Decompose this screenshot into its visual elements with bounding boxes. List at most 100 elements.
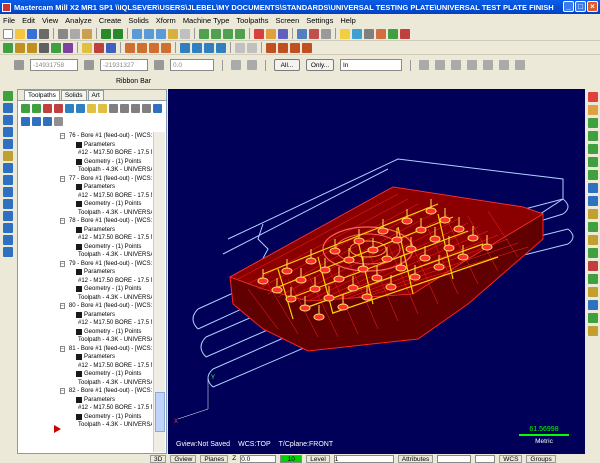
right-tool-16-icon[interactable] <box>588 287 598 297</box>
select-all-button[interactable]: All... <box>274 59 300 71</box>
menu-edit[interactable]: Edit <box>22 16 35 25</box>
right-tool-19-icon[interactable] <box>588 326 598 336</box>
operation-child-row[interactable]: Parameters <box>20 396 152 405</box>
highfeed-icon[interactable] <box>98 104 107 113</box>
undo-icon[interactable] <box>101 28 111 39</box>
planes-button[interactable]: Planes <box>200 454 229 463</box>
zoom-in-icon[interactable] <box>144 28 154 39</box>
groups-button[interactable]: Groups <box>526 454 556 463</box>
menu-view[interactable]: View <box>42 16 58 25</box>
solid-revolve-icon[interactable] <box>278 42 288 53</box>
polygon-select-icon[interactable] <box>467 60 477 70</box>
collapse-icon[interactable]: − <box>60 260 65 267</box>
trim-icon[interactable] <box>94 42 104 53</box>
facing-icon[interactable] <box>216 42 226 53</box>
rectangle-icon[interactable] <box>51 42 61 53</box>
operation-child-row[interactable]: Toolpath - 4.3K - UNIVERSA <box>20 421 152 430</box>
menu-solids[interactable]: Solids <box>128 16 148 25</box>
repaint-icon[interactable] <box>180 28 190 39</box>
snap-icon[interactable] <box>231 60 241 70</box>
right-tool-5-icon[interactable] <box>588 144 598 154</box>
single-visible-icon[interactable] <box>54 117 63 126</box>
menu-xform[interactable]: Xform <box>156 16 176 25</box>
operation-child-row[interactable]: Geometry - (1) Points <box>20 158 152 167</box>
menu-create[interactable]: Create <box>99 16 122 25</box>
right-tool-15-icon[interactable] <box>588 274 598 284</box>
operation-child-row[interactable]: Geometry - (1) Points <box>20 413 152 422</box>
right-tool-14-icon[interactable] <box>588 261 598 271</box>
translate-icon[interactable] <box>125 42 135 53</box>
verify-ops-icon[interactable] <box>76 104 85 113</box>
left-tool-11-icon[interactable] <box>3 211 13 221</box>
tab-art[interactable]: Art <box>87 90 104 100</box>
operation-child-row[interactable]: Toolpath - 4.3K - UNIVERSA <box>20 209 152 218</box>
line-style-select[interactable] <box>437 454 472 463</box>
operation-child-row[interactable]: #12 - M17.50 BORE - 17.5 M <box>20 234 152 243</box>
close-button[interactable]: × <box>587 1 598 12</box>
color-field[interactable]: 10 <box>280 454 303 463</box>
gview-side-icon[interactable] <box>223 28 233 39</box>
chain-icon[interactable] <box>435 60 445 70</box>
right-tool-4-icon[interactable] <box>588 131 598 141</box>
zoom-window-icon[interactable] <box>132 28 142 39</box>
operation-row[interactable]: −77 - Bore #1 (feed-out) - [WCS: <box>20 175 152 184</box>
gview-button[interactable]: Gview <box>170 454 197 463</box>
select-dirty-ops-icon[interactable] <box>32 104 41 113</box>
operation-child-row[interactable]: #12 - M17.50 BORE - 17.5 M <box>20 404 152 413</box>
menu-machine-type[interactable]: Machine Type <box>183 16 230 25</box>
line-width-select[interactable] <box>475 454 496 463</box>
left-tool-12-icon[interactable] <box>3 223 13 233</box>
operation-row[interactable]: −82 - Bore #1 (feed-out) - [WCS: <box>20 387 152 396</box>
right-tool-8-icon[interactable] <box>588 183 598 193</box>
right-tool-1-icon[interactable] <box>588 92 598 102</box>
maximize-button[interactable]: □ <box>575 1 586 12</box>
delete-icon[interactable] <box>309 28 319 39</box>
level-icon[interactable] <box>352 28 362 39</box>
collapse-icon[interactable]: − <box>60 345 65 352</box>
left-tool-7-icon[interactable] <box>3 163 13 173</box>
new-file-icon[interactable] <box>3 28 13 39</box>
z-lock-icon[interactable] <box>154 60 164 70</box>
operation-child-row[interactable]: Toolpath - 4.3K - UNIVERSA <box>20 379 152 388</box>
x-coordinate-field[interactable]: -14931758 <box>30 59 78 71</box>
backplot-ops-icon[interactable] <box>65 104 74 113</box>
graphics-viewport[interactable]: X Y Gview:Not Saved WCS:TOP T/Cplane:FRO… <box>168 89 585 454</box>
mode-3d-toggle[interactable]: 3D <box>150 454 167 463</box>
operation-row[interactable]: −79 - Bore #1 (feed-out) - [WCS: <box>20 260 152 269</box>
menu-screen[interactable]: Screen <box>275 16 299 25</box>
line-icon[interactable] <box>15 42 25 53</box>
menu-analyze[interactable]: Analyze <box>65 16 92 25</box>
zoom-out-icon[interactable] <box>156 28 166 39</box>
select-only-button[interactable]: Only... <box>306 59 334 71</box>
operation-child-row[interactable]: Parameters <box>20 141 152 150</box>
operation-child-row[interactable]: Toolpath - 4.3K - UNIVERSA <box>20 294 152 303</box>
move-up-icon[interactable] <box>21 117 30 126</box>
menu-toolpaths[interactable]: Toolpaths <box>236 16 268 25</box>
autocursor-icon[interactable] <box>14 60 24 70</box>
spline-icon[interactable] <box>63 42 73 53</box>
tab-toolpaths[interactable]: Toolpaths <box>24 90 60 100</box>
left-tool-14-icon[interactable] <box>3 247 13 257</box>
post-ops-icon[interactable] <box>87 104 96 113</box>
operation-row[interactable]: −78 - Bore #1 (feed-out) - [WCS: <box>20 217 152 226</box>
wcs-button[interactable]: WCS <box>499 454 523 463</box>
analyze-icon[interactable] <box>297 28 307 39</box>
vector-select-icon[interactable] <box>499 60 509 70</box>
left-tool-10-icon[interactable] <box>3 199 13 209</box>
left-tool-2-icon[interactable] <box>3 103 13 113</box>
hidden-line-icon[interactable] <box>278 28 288 39</box>
operation-child-row[interactable]: Toolpath - 4.3K - UNIVERSA <box>20 251 152 260</box>
pencil-icon[interactable] <box>340 28 350 39</box>
drill-icon[interactable] <box>192 42 202 53</box>
snap-settings-icon[interactable] <box>247 60 257 70</box>
operation-child-row[interactable]: Geometry - (1) Points <box>20 285 152 294</box>
right-tool-3-icon[interactable] <box>588 118 598 128</box>
collapse-icon[interactable]: − <box>60 303 65 310</box>
minimize-button[interactable]: _ <box>563 1 574 12</box>
regenerate-dirty-icon[interactable] <box>54 104 63 113</box>
operation-child-row[interactable]: Toolpath - 4.3K - UNIVERSA <box>20 166 152 175</box>
operation-child-row[interactable]: #12 - M17.50 BORE - 17.5 M <box>20 362 152 371</box>
left-tool-1-icon[interactable] <box>3 91 13 101</box>
right-tool-13-icon[interactable] <box>588 248 598 258</box>
operation-child-row[interactable]: #12 - M17.50 BORE - 17.5 M <box>20 192 152 201</box>
